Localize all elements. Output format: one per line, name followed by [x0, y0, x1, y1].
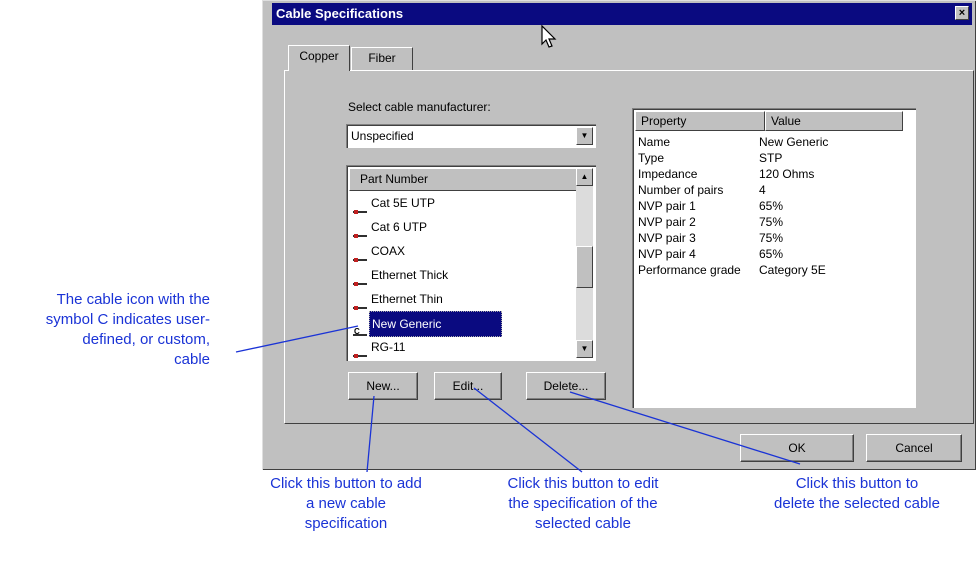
property-name: Type	[638, 151, 665, 165]
property-name: Number of pairs	[638, 183, 724, 197]
custom-cable-icon: C	[353, 321, 367, 336]
callout-delete: Click this button to delete the selected…	[746, 474, 968, 514]
property-row: Number of pairs 4	[638, 182, 908, 198]
scroll-thumb[interactable]	[576, 246, 593, 288]
list-item-label: Cat 5E UTP	[371, 196, 436, 210]
callout-line: Click this button to add	[270, 475, 422, 492]
property-name: NVP pair 1	[638, 199, 696, 213]
property-value: Category 5E	[759, 263, 826, 277]
title-bar[interactable]: Cable Specifications ×	[272, 3, 972, 25]
property-row: Performance grade Category 5E	[638, 262, 908, 278]
property-name: Impedance	[638, 167, 698, 181]
list-item[interactable]: Cat 5E UTP	[349, 191, 577, 215]
callout-line: defined, or custom,	[82, 331, 210, 348]
property-name: NVP pair 4	[638, 247, 696, 261]
callout-line: the specification of the	[508, 495, 658, 512]
list-item[interactable]: Ethernet Thick	[349, 263, 577, 287]
properties-rows: Name New Generic Type STP Impedance 120 Ohms N…	[638, 134, 908, 278]
delete-button[interactable]: Delete...	[526, 372, 606, 400]
scroll-up-icon[interactable]: ▲	[576, 168, 593, 186]
cancel-button[interactable]: Cancel	[866, 434, 962, 462]
callout-custom-cable: The cable icon with the symbol C indicat…	[0, 290, 210, 370]
property-name: NVP pair 3	[638, 231, 696, 245]
list-item[interactable]: RG-11	[349, 335, 577, 359]
list-item-label: COAX	[371, 244, 406, 258]
cable-icon	[353, 248, 367, 262]
dialog-title: Cable Specifications	[276, 6, 404, 21]
ok-button[interactable]: OK	[740, 434, 854, 462]
manufacturer-value: Unspecified	[351, 129, 414, 143]
list-item[interactable]: Cat 6 UTP	[349, 215, 577, 239]
callout-new: Click this button to add a new cable spe…	[228, 474, 464, 534]
callout-line: Click this button to edit	[507, 475, 659, 492]
tab-fiber[interactable]: Fiber	[351, 47, 413, 70]
property-value: 4	[759, 183, 766, 197]
cable-icon	[353, 200, 367, 214]
property-name: Performance grade	[638, 263, 741, 277]
cable-specifications-dialog: Cable Specifications × Copper Fiber Sele…	[262, 0, 976, 470]
list-item-label: RG-11	[371, 340, 406, 354]
list-item[interactable]: Ethernet Thin	[349, 287, 577, 311]
callout-line: specification	[304, 515, 388, 532]
value-column-header[interactable]: Value	[765, 111, 903, 131]
list-item-label: New Generic	[369, 311, 503, 337]
chevron-down-icon[interactable]: ▼	[576, 127, 593, 145]
property-row: Impedance 120 Ohms	[638, 166, 908, 182]
property-row: NVP pair 1 65%	[638, 198, 908, 214]
list-item[interactable]: C New Generic	[349, 311, 577, 337]
callout-line: The cable icon with the	[56, 291, 210, 308]
property-row: Type STP	[638, 150, 908, 166]
mouse-pointer-icon	[541, 24, 557, 48]
callout-line: Click this button to	[795, 475, 919, 492]
cable-icon	[353, 224, 367, 238]
property-row: NVP pair 3 75%	[638, 230, 908, 246]
callout-line: symbol C indicates user-	[45, 311, 210, 328]
properties-table: Property Value Name New Generic Type STP Imp…	[632, 108, 916, 408]
property-value: New Generic	[759, 135, 829, 149]
property-row: Name New Generic	[638, 134, 908, 150]
callout-line: selected cable	[535, 515, 631, 532]
edit-button[interactable]: Edit...	[434, 372, 502, 400]
list-item-label: Cat 6 UTP	[371, 220, 428, 234]
part-number-list[interactable]: Part Number Cat 5E UTP Cat 6 UTP COAX Ether…	[346, 165, 596, 361]
property-value: 65%	[759, 199, 784, 213]
scroll-down-icon[interactable]: ▼	[576, 340, 593, 358]
property-value: 120 Ohms	[759, 167, 815, 181]
manufacturer-select[interactable]: Unspecified ▼	[346, 124, 596, 148]
list-item-label: Ethernet Thin	[371, 292, 443, 306]
property-column-header[interactable]: Property	[635, 111, 765, 131]
list-items: Cat 5E UTP Cat 6 UTP COAX Ethernet Thick Eth…	[349, 191, 577, 359]
cable-icon	[353, 344, 367, 358]
property-value: 75%	[759, 215, 784, 229]
callout-line: cable	[174, 351, 210, 368]
property-value: STP	[759, 151, 783, 165]
new-button[interactable]: New...	[348, 372, 418, 400]
property-name: NVP pair 2	[638, 215, 696, 229]
properties-header: Property Value	[635, 111, 913, 131]
property-row: NVP pair 4 65%	[638, 246, 908, 262]
part-number-header[interactable]: Part Number	[349, 168, 577, 191]
callout-line: a new cable	[305, 495, 387, 512]
close-icon[interactable]: ×	[955, 6, 969, 20]
cable-icon	[353, 296, 367, 310]
tab-copper[interactable]: Copper	[288, 45, 350, 71]
property-value: 65%	[759, 247, 784, 261]
property-value: 75%	[759, 231, 784, 245]
property-row: NVP pair 2 75%	[638, 214, 908, 230]
list-scrollbar[interactable]: ▲ ▼	[576, 168, 593, 358]
property-name: Name	[638, 135, 671, 149]
manufacturer-label: Select cable manufacturer:	[348, 100, 491, 114]
callout-edit: Click this button to edit the specificat…	[474, 474, 692, 534]
list-item-label: Ethernet Thick	[371, 268, 449, 282]
cable-icon	[353, 272, 367, 286]
callout-line: delete the selected cable	[774, 495, 940, 512]
list-item[interactable]: COAX	[349, 239, 577, 263]
